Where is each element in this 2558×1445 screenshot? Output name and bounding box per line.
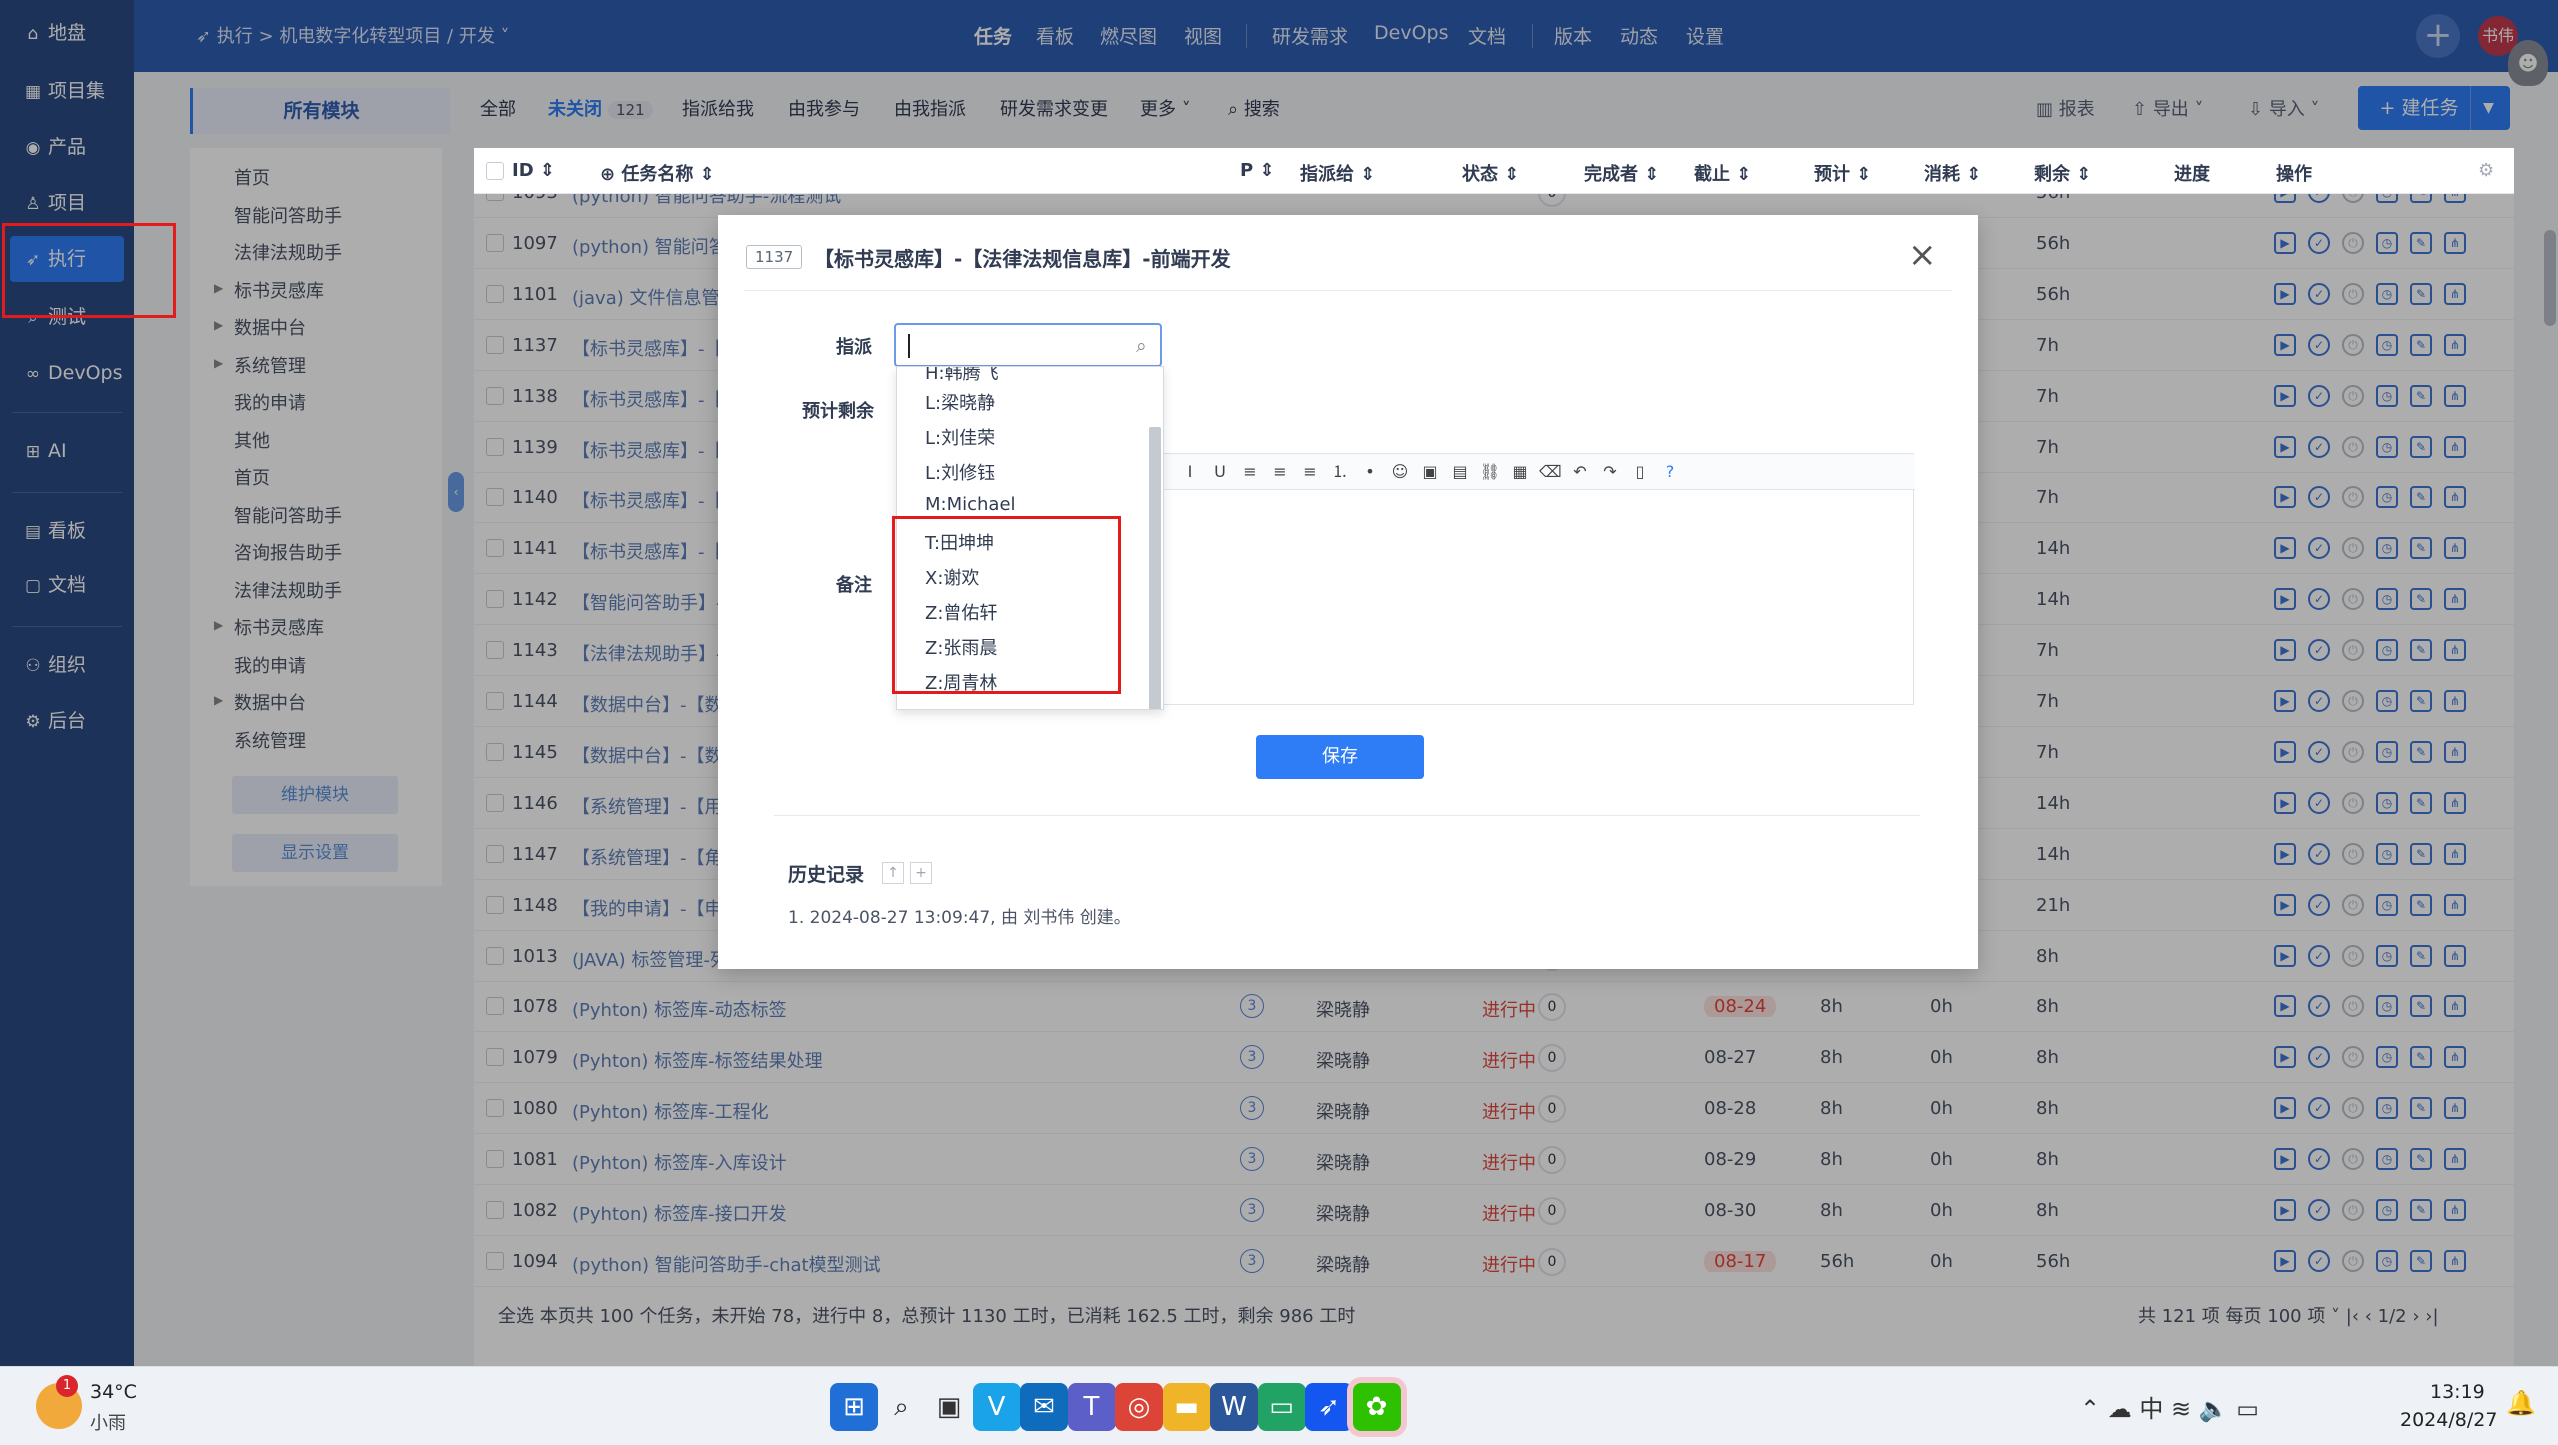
dropdown-option[interactable]: M:Michael bbox=[925, 494, 1016, 515]
expand-icon[interactable]: + bbox=[910, 862, 932, 884]
redo-icon[interactable]: ↷ bbox=[1599, 461, 1621, 483]
teams-icon[interactable]: T bbox=[1067, 1383, 1116, 1431]
highlight-box bbox=[2, 223, 176, 318]
folder-icon[interactable]: ▬ bbox=[1162, 1383, 1211, 1431]
wechat-icon[interactable]: ✿ bbox=[1352, 1383, 1401, 1431]
ordered-list-icon[interactable]: ⒈ bbox=[1329, 461, 1351, 483]
col-actions: 操作 bbox=[2276, 164, 2312, 185]
divider bbox=[774, 815, 1920, 816]
taskbar: 1 34°C 小雨 ⊞ ⌕ ▣ V ✉ T ◎ ▬ W ▭ ➶ ✿ ⌃ ☁ 中 ≋ 🔈 ▭ 13:19… bbox=[0, 1366, 2558, 1445]
col-label: 任务名称 bbox=[621, 164, 694, 185]
dropdown-scrollbar[interactable] bbox=[1149, 427, 1161, 709]
col-label: 预计 bbox=[1814, 164, 1850, 185]
italic-icon[interactable]: I bbox=[1179, 461, 1201, 483]
editor-toolbar: I U ≡ ≡ ≡ ⒈ • ☺ ▣ ▤ ⛓ ▦ ⌫ ↶ ↷ ▯? bbox=[1161, 454, 1915, 490]
outlook-icon[interactable]: ✉ bbox=[1020, 1383, 1068, 1431]
chrome-icon[interactable]: ◎ bbox=[1115, 1383, 1163, 1431]
clear-format-icon[interactable]: ⌫ bbox=[1539, 461, 1562, 483]
col-label: 指派给 bbox=[1300, 164, 1354, 185]
notification-icon[interactable]: 🔔 bbox=[2506, 1389, 2536, 1417]
save-button[interactable]: 保存 bbox=[1256, 735, 1424, 779]
highlight-box bbox=[892, 516, 1121, 694]
column-settings-icon[interactable]: ⚙ bbox=[2478, 160, 2494, 181]
feishu-icon[interactable]: ➶ bbox=[1305, 1383, 1353, 1431]
col-name[interactable]: ⊕ 任务名称 ⇕ bbox=[600, 160, 715, 186]
col-progress: 进度 bbox=[2174, 164, 2210, 185]
dropdown-option[interactable]: L:梁晓静 bbox=[925, 389, 995, 415]
table-header: ID ⇕ ⊕ 任务名称 ⇕ P ⇕ 指派给 ⇕ 状态 ⇕ 完成者 ⇕ 截止 ⇕ … bbox=[474, 148, 2514, 194]
link-icon[interactable]: ⛓ bbox=[1479, 461, 1501, 483]
assign-search-input[interactable]: ⌕ bbox=[894, 323, 1162, 367]
notification-badge: 1 bbox=[56, 1375, 78, 1397]
app-window: ⌂ 地盘 ▦ 项目集 ◉ 产品 ♙ 项目 ➶ 执行 ⌕ 测试 ∞ DevOps ⊞ AI ▤ 看板… bbox=[0, 0, 2558, 1366]
select-all-checkbox[interactable] bbox=[486, 162, 504, 180]
remote-icon[interactable]: ▭ bbox=[1257, 1383, 1306, 1431]
col-label: 消耗 bbox=[1924, 164, 1960, 185]
clock-date[interactable]: 2024/8/27 bbox=[2400, 1409, 2497, 1431]
search-icon: ⌕ bbox=[1136, 335, 1147, 357]
undo-icon[interactable]: ↶ bbox=[1569, 461, 1591, 483]
image-icon[interactable]: ▣ bbox=[1419, 461, 1441, 483]
note-editor[interactable]: I U ≡ ≡ ≡ ⒈ • ☺ ▣ ▤ ⛓ ▦ ⌫ ↶ ↷ ▯? bbox=[1160, 453, 1915, 705]
note-label: 备注 bbox=[836, 575, 872, 596]
task-view-icon[interactable]: ▣ bbox=[925, 1383, 973, 1431]
weather-temperature[interactable]: 34°C bbox=[90, 1381, 137, 1403]
help-icon[interactable]: ? bbox=[1659, 461, 1681, 483]
windows-start-icon[interactable]: ⊞ bbox=[830, 1383, 878, 1431]
close-icon[interactable]: × bbox=[1908, 235, 1937, 275]
history-title: 历史记录 bbox=[788, 864, 865, 886]
col-estimate[interactable]: 预计 ⇕ bbox=[1814, 160, 1871, 186]
paste-icon[interactable]: ▯ bbox=[1629, 461, 1651, 483]
col-label: 完成者 bbox=[1584, 164, 1638, 185]
text-cursor bbox=[908, 334, 910, 358]
align-right-icon[interactable]: ≡ bbox=[1299, 461, 1321, 483]
align-center-icon[interactable]: ≡ bbox=[1269, 461, 1291, 483]
col-deadline[interactable]: 截止 ⇕ bbox=[1694, 160, 1751, 186]
col-assignee[interactable]: 指派给 ⇕ bbox=[1300, 160, 1375, 186]
align-left-icon[interactable]: ≡ bbox=[1239, 461, 1261, 483]
search-icon[interactable]: ⌕ bbox=[878, 1383, 926, 1431]
col-priority[interactable]: P ⇕ bbox=[1240, 160, 1275, 181]
sort-up-icon[interactable]: ↑ bbox=[882, 862, 904, 884]
emoji-icon[interactable]: ☺ bbox=[1389, 461, 1411, 483]
col-label: 截止 bbox=[1694, 164, 1730, 185]
task-id-badge: 1137 bbox=[746, 245, 803, 269]
remaining-label: 预计剩余 bbox=[802, 401, 874, 422]
col-label: ID bbox=[512, 160, 534, 181]
dropdown-option[interactable]: L:刘修钰 bbox=[925, 459, 995, 485]
underline-icon[interactable]: U bbox=[1209, 461, 1231, 483]
col-left[interactable]: 剩余 ⇕ bbox=[2034, 160, 2091, 186]
dropdown-option[interactable]: H:韩腾飞 bbox=[925, 367, 999, 385]
weather-description[interactable]: 小雨 bbox=[90, 1409, 126, 1435]
col-label: P bbox=[1240, 160, 1254, 181]
history-entry: 1. 2024-08-27 13:09:47, 由 刘书伟 创建。 bbox=[788, 908, 1131, 928]
dialog-title: 【标书灵感库】-【法律法规信息库】-前端开发 bbox=[814, 247, 1231, 271]
clock-time[interactable]: 13:19 bbox=[2430, 1381, 2485, 1403]
col-status[interactable]: 状态 ⇕ bbox=[1462, 160, 1519, 186]
col-id[interactable]: ID ⇕ bbox=[512, 160, 555, 181]
col-label: 剩余 bbox=[2034, 164, 2070, 185]
app-v-icon[interactable]: V bbox=[972, 1383, 1021, 1431]
divider bbox=[744, 290, 1952, 291]
code-icon[interactable]: ▤ bbox=[1449, 461, 1471, 483]
system-tray[interactable]: ⌃ ☁ 中 ≋ 🔈 ▭ bbox=[2080, 1389, 2259, 1424]
col-consumed[interactable]: 消耗 ⇕ bbox=[1924, 160, 1981, 186]
assign-label: 指派 bbox=[836, 337, 872, 358]
col-label: 状态 bbox=[1462, 164, 1498, 185]
dropdown-option[interactable]: L:刘佳荣 bbox=[925, 424, 995, 450]
col-finisher[interactable]: 完成者 ⇕ bbox=[1584, 160, 1659, 186]
bullet-list-icon[interactable]: • bbox=[1359, 461, 1381, 483]
table-icon[interactable]: ▦ bbox=[1509, 461, 1531, 483]
word-icon[interactable]: W bbox=[1210, 1383, 1258, 1431]
